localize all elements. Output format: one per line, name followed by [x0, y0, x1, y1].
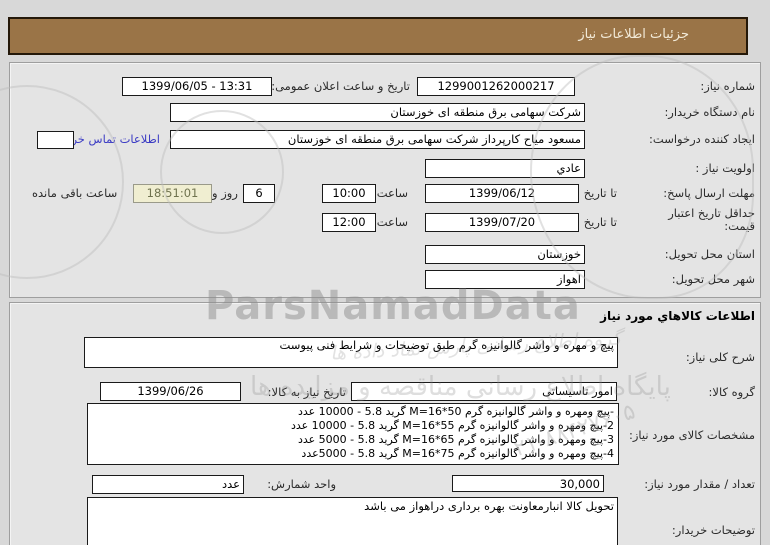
- validity-until-label: تا تاریخ :: [576, 215, 617, 229]
- delivery-province-input[interactable]: خوزستان: [425, 245, 585, 264]
- goods-section-header: اطلاعات کالاهاي مورد نیاز: [600, 309, 755, 323]
- price-validity-label-line1: حداقل تاریخ اعتبار: [668, 207, 755, 220]
- requester-input[interactable]: مسعود میاح کارپرداز شرکت سهامی برق منطقه…: [170, 130, 585, 149]
- reply-until-label: تا تاریخ :: [576, 186, 617, 200]
- unit-input[interactable]: عدد: [92, 475, 244, 494]
- days-and-label: روز و: [212, 186, 238, 200]
- announce-datetime-label: تاریخ و ساعت اعلان عمومی:: [271, 79, 410, 93]
- goods-group-label: گروه کالا:: [709, 385, 755, 399]
- empty-box[interactable]: [37, 131, 74, 149]
- spec-line: -پیچ ومهره و واشر گالوانیزه گرم M=16*50 …: [92, 405, 614, 419]
- goods-need-date-input[interactable]: 1399/06/26: [100, 382, 241, 401]
- announce-datetime-input[interactable]: 1399/06/05 - 13:31: [122, 77, 272, 96]
- goods-need-date-label: تاریخ نیاز به کالا:: [268, 385, 346, 399]
- need-description-label: شرح کلی نیاز:: [686, 350, 755, 364]
- price-validity-label: حداقل تاریخ اعتبار قیمت:: [668, 207, 755, 232]
- spec-line: 2-پیچ ومهره و واشر گالوانیزه گرم M=16*55…: [92, 419, 614, 433]
- buyer-org-label: نام دستگاه خریدار:: [664, 105, 755, 119]
- need-details-page: جزئیات اطلاعات نیاز شماره نیاز: 12990012…: [0, 0, 770, 545]
- need-number-label: شماره نیاز:: [700, 79, 755, 93]
- hours-remaining-label: ساعت باقی مانده: [32, 186, 117, 200]
- quantity-label: تعداد / مقدار مورد نیاز:: [644, 477, 755, 491]
- reply-deadline-label: مهلت ارسال پاسخ:: [663, 186, 755, 200]
- priority-input[interactable]: عادي: [425, 159, 585, 178]
- price-validity-hour-input[interactable]: 12:00: [322, 213, 376, 232]
- unit-label: واحد شمارش:: [267, 477, 336, 491]
- price-validity-date-input[interactable]: 1399/07/20: [425, 213, 579, 232]
- spec-line: 3-پیچ ومهره و واشر گالوانیزه گرم M=16*65…: [92, 433, 614, 447]
- delivery-city-input[interactable]: اهواز: [425, 270, 585, 289]
- buyer-notes-textarea[interactable]: تحویل کالا انبارمعاونت بهره برداری دراهو…: [87, 497, 618, 545]
- requester-label: ایجاد کننده درخواست:: [649, 132, 755, 146]
- goods-specs-textarea[interactable]: -پیچ ومهره و واشر گالوانیزه گرم M=16*50 …: [87, 403, 619, 465]
- remaining-days-box: 6: [243, 184, 275, 203]
- goods-group-input[interactable]: امور تاسیساتی: [351, 382, 617, 401]
- buyer-org-input[interactable]: شرکت سهامی برق منطقه ای خوزستان: [170, 103, 585, 122]
- reply-deadline-date-input[interactable]: 1399/06/12: [425, 184, 579, 203]
- page-title: جزئیات اطلاعات نیاز: [578, 27, 689, 42]
- priority-label: اولویت نیاز :: [695, 161, 755, 175]
- delivery-province-label: استان محل تحویل:: [665, 247, 755, 261]
- validity-hour-label: ساعت: [377, 215, 408, 229]
- need-number-input[interactable]: 1299001262000217: [417, 77, 575, 96]
- quantity-input[interactable]: 30,000: [452, 475, 604, 492]
- reply-hour-label: ساعت: [377, 186, 408, 200]
- delivery-city-label: شهر محل تحویل:: [672, 272, 755, 286]
- buyer-notes-label: توضیحات خریدار:: [672, 523, 755, 537]
- spec-line: 4-پیچ ومهره و واشر گالوانیزه گرم M=16*75…: [92, 447, 614, 461]
- title-bar: جزئیات اطلاعات نیاز: [8, 17, 748, 55]
- goods-specs-label: مشخصات کالای مورد نیاز:: [629, 428, 755, 442]
- need-description-input[interactable]: پیچ و مهره و واشر گالوانیزه گرم طبق توضی…: [84, 337, 618, 368]
- price-validity-label-line2: قیمت:: [668, 220, 755, 233]
- remaining-countdown-box: 18:51:01: [133, 184, 212, 203]
- request-info-panel: [9, 62, 761, 298]
- reply-deadline-hour-input[interactable]: 10:00: [322, 184, 376, 203]
